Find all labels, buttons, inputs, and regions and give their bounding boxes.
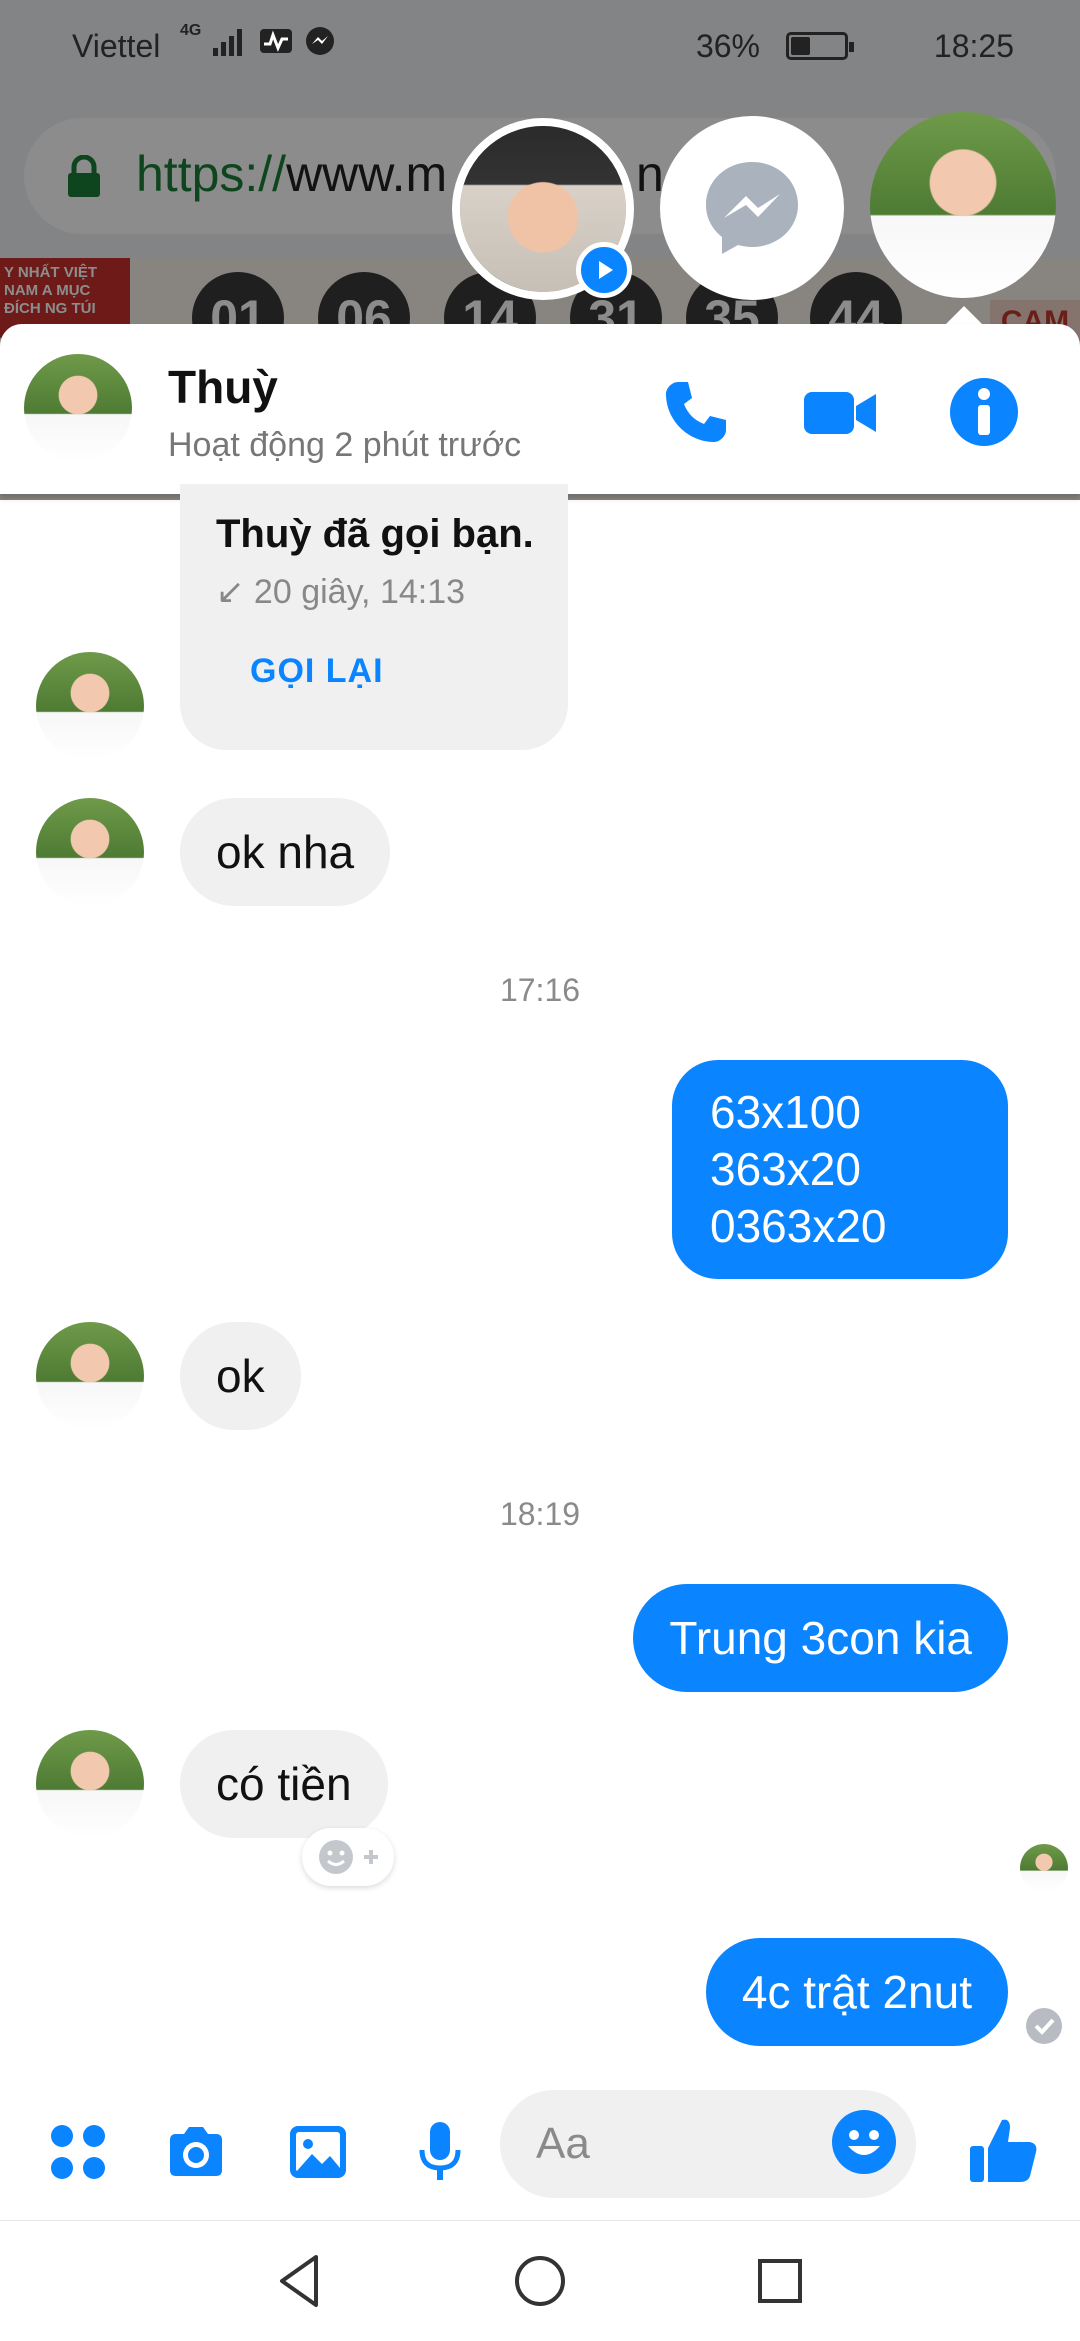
add-reaction-button[interactable] bbox=[302, 1828, 394, 1886]
signal-icon bbox=[213, 29, 243, 56]
emoji-icon[interactable] bbox=[830, 2108, 898, 2176]
avatar-photo bbox=[870, 112, 1056, 298]
message-line: 63x100 bbox=[710, 1086, 861, 1138]
sender-avatar[interactable] bbox=[36, 652, 144, 760]
sender-avatar[interactable] bbox=[36, 1730, 144, 1838]
contact-active-status: Hoạt động 2 phút trước bbox=[168, 426, 522, 464]
recent-apps-icon[interactable] bbox=[750, 2251, 810, 2311]
home-icon[interactable] bbox=[510, 2251, 570, 2311]
message-bubble-incoming[interactable]: có tiền bbox=[180, 1730, 388, 1838]
message-bubble-outgoing[interactable]: Trung 3con kia bbox=[633, 1584, 1008, 1692]
avatar-photo bbox=[1020, 1844, 1068, 1892]
status-bar: Viettel 4G 36% 18:25 bbox=[0, 0, 1080, 90]
phone-icon[interactable] bbox=[656, 372, 736, 452]
contact-name[interactable]: Thuỳ bbox=[168, 360, 278, 414]
chat-head-messenger[interactable] bbox=[660, 116, 844, 300]
message-bubble-incoming[interactable]: ok nha bbox=[180, 798, 391, 906]
network-type: 4G bbox=[180, 22, 202, 39]
message-list[interactable]: Thuỳ đã gọi bạn. ↙ 20 giây, 14:13 GỌI LẠ… bbox=[0, 484, 1080, 2084]
seen-indicator-avatar bbox=[1020, 1844, 1068, 1892]
active-chat-head-caret bbox=[946, 306, 982, 324]
thumbs-up-icon[interactable] bbox=[968, 2114, 1040, 2186]
add-reaction-icon bbox=[319, 1840, 378, 1874]
avatar-photo bbox=[36, 1322, 144, 1430]
sent-check-icon bbox=[1026, 2008, 1062, 2044]
messenger-notification-icon bbox=[306, 27, 335, 55]
avatar-photo bbox=[36, 1730, 144, 1838]
message-composer bbox=[0, 2084, 1080, 2220]
status-icons: 4G bbox=[180, 22, 335, 56]
activity-icon bbox=[260, 29, 293, 53]
avatar-photo bbox=[36, 798, 144, 906]
battery-level bbox=[791, 37, 810, 55]
carrier-name: Viettel bbox=[72, 28, 161, 64]
play-badge-icon bbox=[576, 242, 632, 298]
message-bubble-outgoing[interactable]: 4c trật 2nut bbox=[705, 1938, 1008, 2046]
sender-avatar[interactable] bbox=[36, 1322, 144, 1430]
gallery-icon[interactable] bbox=[286, 2120, 350, 2184]
message-line: 0363x20 bbox=[710, 1200, 887, 1252]
call-card-title: Thuỳ đã gọi bạn. bbox=[216, 512, 534, 556]
call-back-button[interactable]: GỌI LẠI bbox=[250, 652, 384, 691]
avatar-photo bbox=[36, 652, 144, 760]
messenger-icon bbox=[706, 162, 798, 254]
conversation-header: Thuỳ Hoạt động 2 phút trước bbox=[0, 324, 1080, 494]
contact-avatar[interactable] bbox=[24, 354, 132, 462]
video-camera-icon[interactable] bbox=[800, 372, 880, 452]
apps-icon[interactable] bbox=[46, 2120, 110, 2184]
battery-icon bbox=[786, 32, 854, 60]
sender-avatar[interactable] bbox=[36, 798, 144, 906]
call-card-meta: ↙ 20 giây, 14:13 bbox=[216, 573, 466, 611]
chat-head-avatar-active[interactable] bbox=[870, 112, 1056, 298]
back-icon[interactable] bbox=[270, 2251, 330, 2311]
message-bubble-incoming[interactable]: ok bbox=[180, 1322, 301, 1430]
message-line: 363x20 bbox=[710, 1143, 861, 1195]
camera-icon[interactable] bbox=[164, 2120, 228, 2184]
message-timestamp: 17:16 bbox=[499, 972, 581, 1008]
message-bubble-outgoing[interactable]: 63x100 363x20 0363x20 bbox=[672, 1060, 1008, 1279]
avatar-photo bbox=[24, 354, 132, 462]
system-navigation-bar bbox=[0, 2220, 1080, 2341]
info-icon[interactable] bbox=[944, 372, 1024, 452]
clock: 18:25 bbox=[933, 28, 1014, 64]
missed-call-card: Thuỳ đã gọi bạn. ↙ 20 giây, 14:13 GỌI LẠ… bbox=[180, 484, 568, 750]
battery-percent: 36% bbox=[695, 28, 760, 64]
microphone-icon[interactable] bbox=[408, 2120, 472, 2184]
message-timestamp: 18:19 bbox=[499, 1496, 581, 1532]
